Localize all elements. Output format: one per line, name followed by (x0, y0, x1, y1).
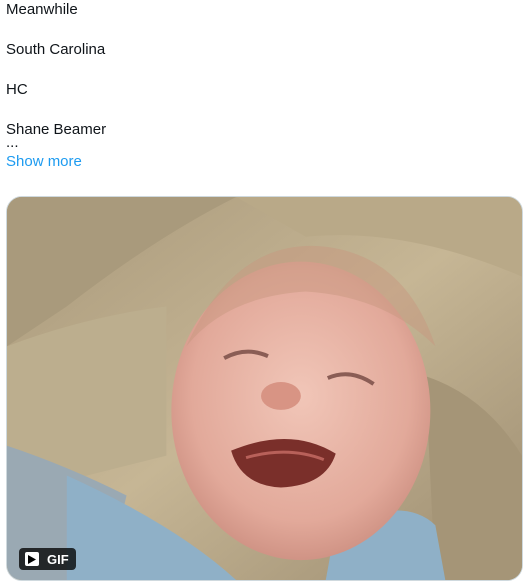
gif-media[interactable]: GIF (6, 196, 523, 581)
tweet-line-1: Meanwhile (6, 1, 78, 18)
tweet-line-2: South Carolina (6, 41, 106, 58)
gif-badge-label: GIF (47, 551, 69, 567)
crying-baby-image (7, 197, 522, 580)
play-icon (25, 552, 39, 566)
tweet-text: Meanwhile South Carolina HC Shane Beamer… (6, 0, 516, 172)
tweet-line-4: Shane Beamer (6, 121, 107, 138)
truncation-ellipsis: ... (6, 134, 19, 151)
gif-badge[interactable]: GIF (19, 548, 76, 570)
show-more-link[interactable]: Show more (6, 152, 82, 172)
tweet-line-3: HC (6, 81, 28, 98)
